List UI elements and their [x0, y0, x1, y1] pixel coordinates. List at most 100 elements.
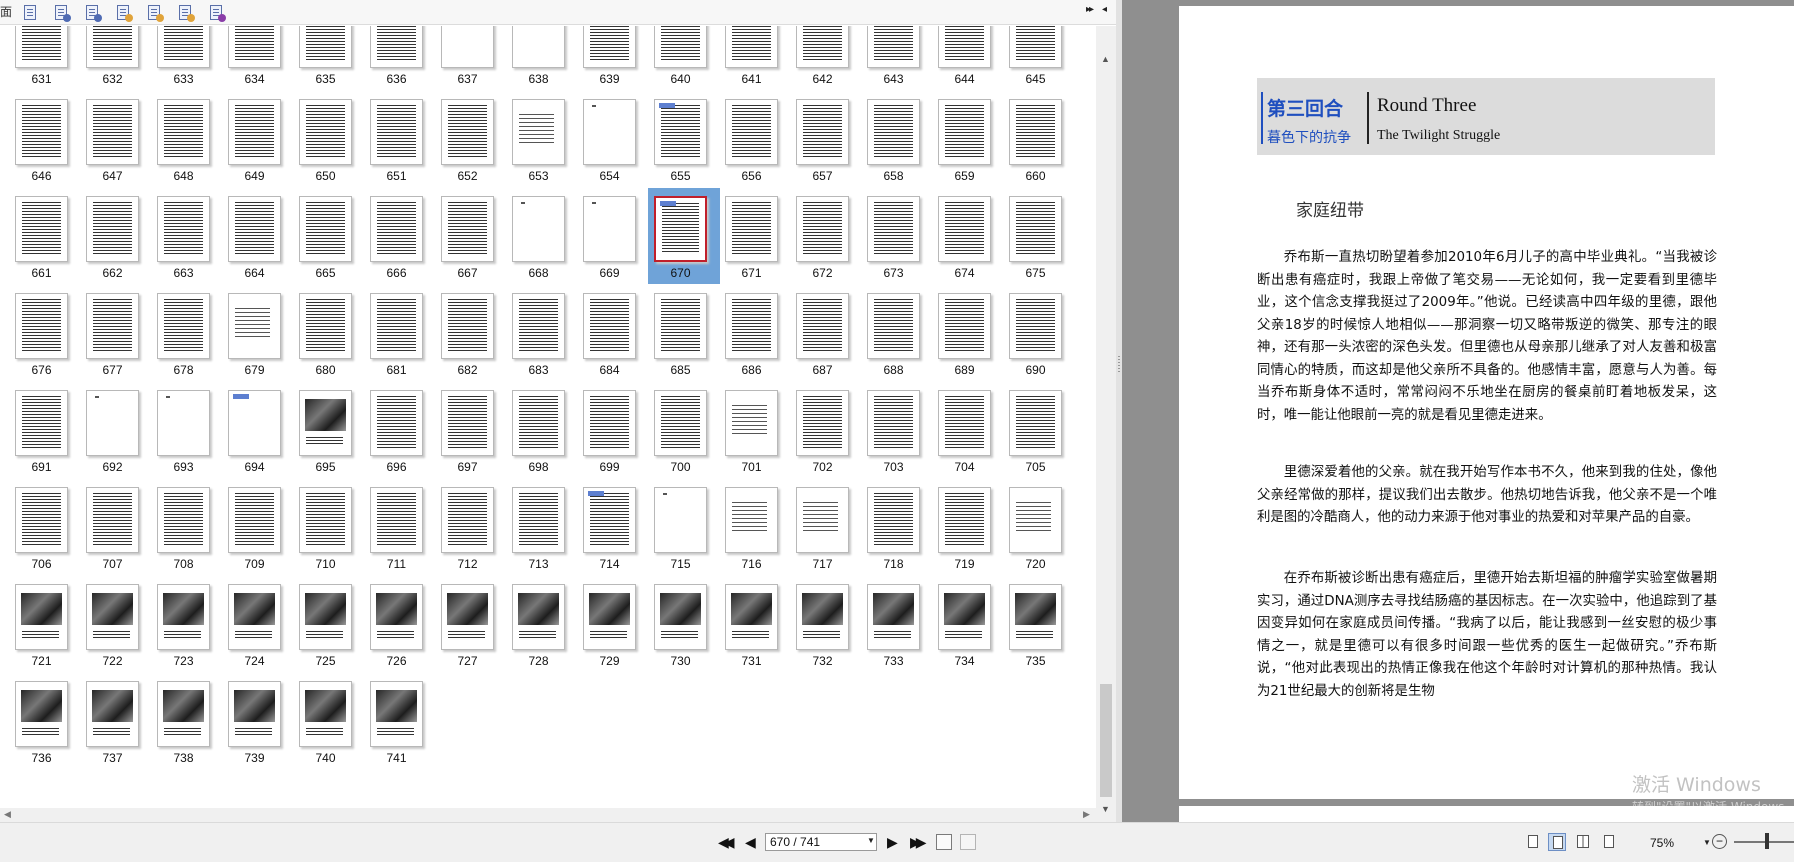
- page-thumbnail[interactable]: 638: [512, 26, 574, 92]
- scroll-right-arrow-icon[interactable]: ▶: [1083, 809, 1090, 820]
- page-thumbnail[interactable]: 660: [1009, 99, 1071, 189]
- page-thumbnail[interactable]: 643: [867, 26, 929, 92]
- page-thumbnail[interactable]: 717: [796, 487, 858, 577]
- page-thumbnail[interactable]: 681: [370, 293, 432, 383]
- page-thumbnail[interactable]: 716: [725, 487, 787, 577]
- page-thumbnail[interactable]: 658: [867, 99, 929, 189]
- page-thumbnail[interactable]: 644: [938, 26, 1000, 92]
- thumb-extract-page-icon[interactable]: [84, 4, 102, 22]
- page-thumbnail[interactable]: 701: [725, 390, 787, 480]
- page-thumbnail[interactable]: 680: [299, 293, 361, 383]
- page-thumbnail[interactable]: 694: [228, 390, 290, 480]
- page-thumbnail[interactable]: 691: [15, 390, 77, 480]
- page-thumbnail[interactable]: 688: [867, 293, 929, 383]
- thumbnails-horizontal-scrollbar[interactable]: ◀ ▶: [0, 808, 1096, 822]
- page-thumbnail[interactable]: 649: [228, 99, 290, 189]
- page-thumbnail[interactable]: 673: [867, 196, 929, 286]
- page-thumbnail[interactable]: 646: [15, 99, 77, 189]
- page-thumbnail[interactable]: 678: [157, 293, 219, 383]
- next-page-button[interactable]: ▶: [887, 835, 898, 849]
- page-thumbnail[interactable]: 713: [512, 487, 574, 577]
- page-thumbnail[interactable]: 677: [86, 293, 148, 383]
- page-thumbnail[interactable]: 709: [228, 487, 290, 577]
- page-thumbnail[interactable]: 690: [1009, 293, 1071, 383]
- panel-expand-icon[interactable]: ▸▸: [1086, 4, 1094, 15]
- thumb-page-icon-1[interactable]: [22, 4, 40, 22]
- page-thumbnail[interactable]: 740: [299, 681, 361, 771]
- page-thumbnail[interactable]: 650: [299, 99, 361, 189]
- page-thumbnail[interactable]: 654: [583, 99, 645, 189]
- page-thumbnail[interactable]: 699: [583, 390, 645, 480]
- page-thumbnail[interactable]: 736: [15, 681, 77, 771]
- zoom-out-button[interactable]: −: [1712, 834, 1727, 849]
- page-thumbnail[interactable]: 684: [583, 293, 645, 383]
- page-thumbnail[interactable]: 698: [512, 390, 574, 480]
- page-thumbnail[interactable]: 672: [796, 196, 858, 286]
- first-page-button[interactable]: ◀◀: [718, 835, 734, 849]
- zoom-dropdown-icon[interactable]: ▼: [1703, 838, 1711, 847]
- page-thumbnail[interactable]: 714: [583, 487, 645, 577]
- page-thumbnail[interactable]: 726: [370, 584, 432, 674]
- page-thumbnail[interactable]: 633: [157, 26, 219, 92]
- page-thumbnail[interactable]: 657: [796, 99, 858, 189]
- page-thumbnail[interactable]: 641: [725, 26, 787, 92]
- page-thumbnail[interactable]: 731: [725, 584, 787, 674]
- page-thumbnail[interactable]: 653: [512, 99, 574, 189]
- page-thumbnail[interactable]: 642: [796, 26, 858, 92]
- continuous-facing-view-button[interactable]: [1600, 833, 1618, 851]
- page-thumbnail[interactable]: 664: [228, 196, 290, 286]
- page-thumbnail[interactable]: 718: [867, 487, 929, 577]
- page-thumbnail[interactable]: 639: [583, 26, 645, 92]
- page-thumbnail[interactable]: 647: [86, 99, 148, 189]
- page-thumbnail[interactable]: 700: [654, 390, 716, 480]
- thumb-rotate-page-icon[interactable]: [177, 4, 195, 22]
- page-thumbnail[interactable]: 655: [654, 99, 716, 189]
- page-thumbnail[interactable]: 666: [370, 196, 432, 286]
- page-thumbnail[interactable]: 634: [228, 26, 290, 92]
- zoom-level[interactable]: 75%: [1650, 836, 1674, 850]
- scroll-left-arrow-icon[interactable]: ◀: [4, 809, 11, 820]
- go-back-view-icon[interactable]: [936, 834, 952, 850]
- page-thumbnail[interactable]: 659: [938, 99, 1000, 189]
- page-thumbnail[interactable]: 723: [157, 584, 219, 674]
- page-thumbnail[interactable]: 692: [86, 390, 148, 480]
- page-thumbnail[interactable]: 730: [654, 584, 716, 674]
- page-thumbnail[interactable]: 734: [938, 584, 1000, 674]
- page-thumbnail[interactable]: 727: [441, 584, 503, 674]
- page-thumbnail[interactable]: 706: [15, 487, 77, 577]
- go-forward-view-icon[interactable]: [960, 834, 976, 850]
- thumb-delete-page-icon[interactable]: [146, 4, 164, 22]
- panel-collapse-icon[interactable]: ◂: [1102, 4, 1107, 15]
- page-thumbnail[interactable]: 651: [370, 99, 432, 189]
- page-thumbnail[interactable]: 728: [512, 584, 574, 674]
- thumbnails-vertical-scrollbar[interactable]: ▲ ▼: [1096, 26, 1116, 822]
- page-thumbnail[interactable]: 679: [228, 293, 290, 383]
- page-dropdown-icon[interactable]: ▼: [867, 836, 875, 845]
- page-thumbnail[interactable]: 635: [299, 26, 361, 92]
- page-thumbnail[interactable]: 648: [157, 99, 219, 189]
- zoom-slider[interactable]: [1734, 841, 1794, 843]
- page-thumbnail[interactable]: 631: [15, 26, 77, 92]
- page-thumbnail[interactable]: 645: [1009, 26, 1071, 92]
- page-thumbnail[interactable]: 735: [1009, 584, 1071, 674]
- zoom-slider-thumb[interactable]: [1765, 833, 1769, 849]
- page-number-input[interactable]: [765, 833, 877, 851]
- facing-view-button[interactable]: [1574, 833, 1592, 851]
- page-thumbnail[interactable]: 703: [867, 390, 929, 480]
- page-thumbnail[interactable]: 738: [157, 681, 219, 771]
- page-thumbnail[interactable]: 704: [938, 390, 1000, 480]
- page-thumbnail[interactable]: 663: [157, 196, 219, 286]
- page-thumbnail[interactable]: 687: [796, 293, 858, 383]
- page-thumbnail[interactable]: 656: [725, 99, 787, 189]
- page-thumbnail[interactable]: 637: [441, 26, 503, 92]
- page-thumbnail[interactable]: 737: [86, 681, 148, 771]
- page-thumbnail[interactable]: 725: [299, 584, 361, 674]
- page-thumbnail[interactable]: 674: [938, 196, 1000, 286]
- scroll-down-arrow-icon[interactable]: ▼: [1101, 804, 1110, 814]
- last-page-button[interactable]: ▶▶: [910, 835, 926, 849]
- page-thumbnail[interactable]: 665: [299, 196, 361, 286]
- page-thumbnail[interactable]: 696: [370, 390, 432, 480]
- page-thumbnail[interactable]: 719: [938, 487, 1000, 577]
- page-thumbnail[interactable]: 676: [15, 293, 77, 383]
- scrollbar-thumb[interactable]: [1100, 684, 1112, 797]
